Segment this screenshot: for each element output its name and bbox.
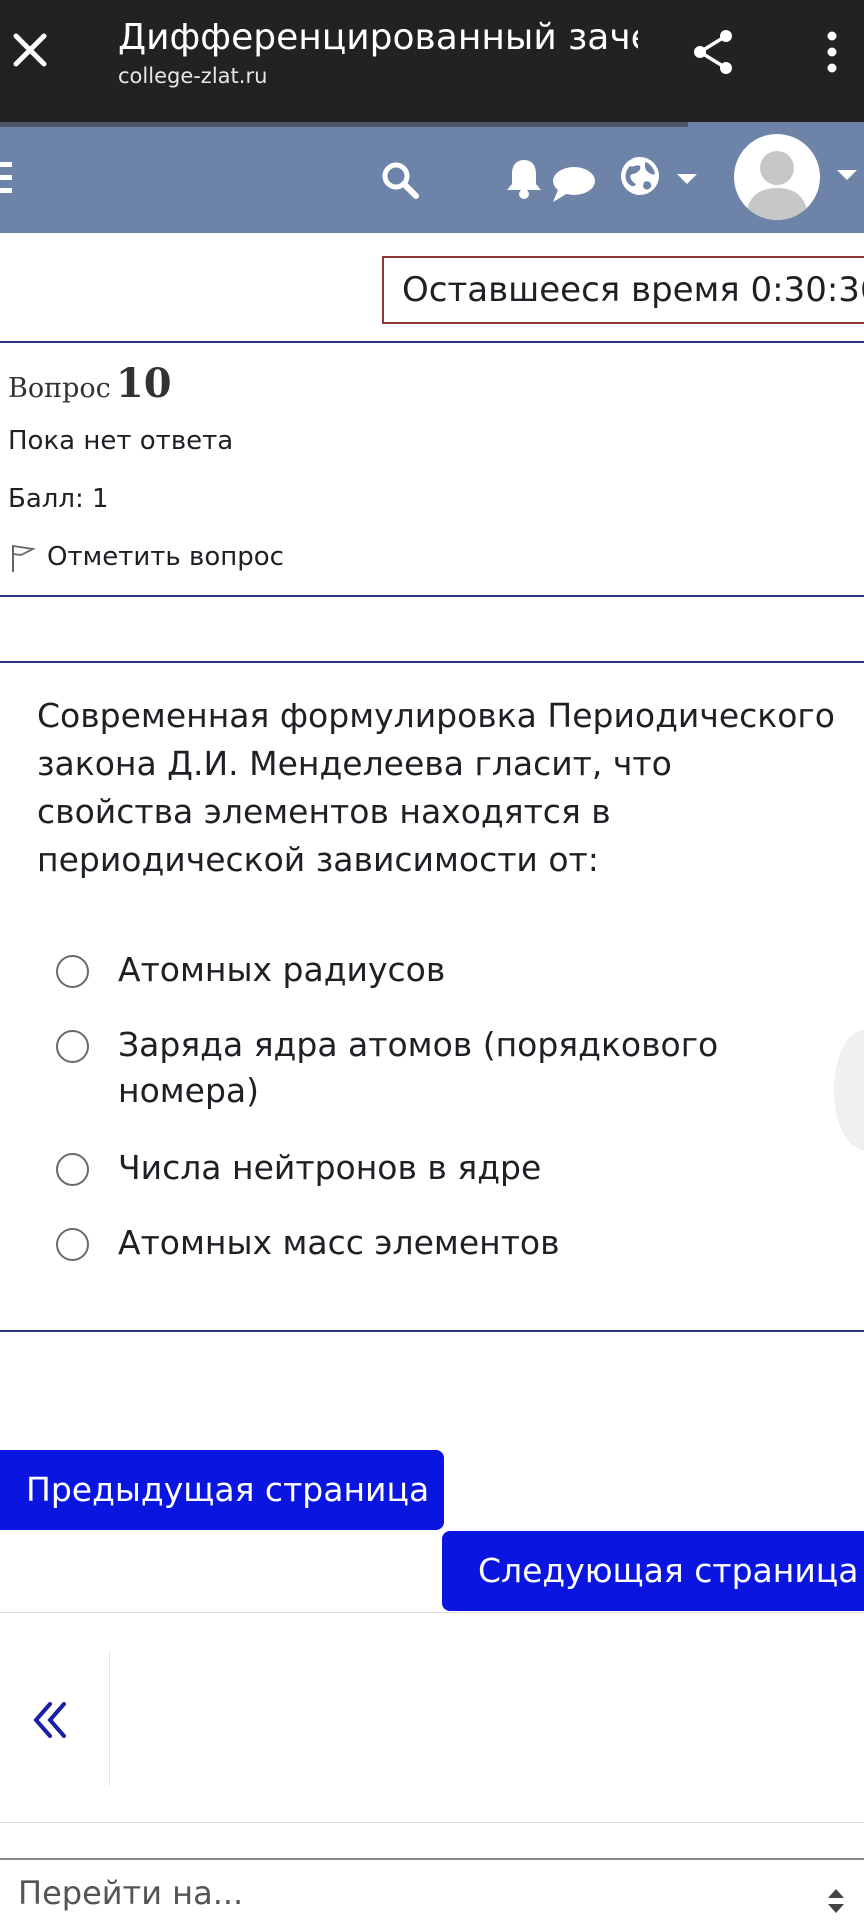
collapse-sidebar-icon[interactable] xyxy=(30,1698,70,1742)
close-icon[interactable] xyxy=(10,30,50,70)
messages-icon[interactable] xyxy=(550,164,596,204)
answer-label[interactable]: Атомных радиусов xyxy=(118,947,818,993)
chevron-down-icon[interactable] xyxy=(676,172,698,186)
select-arrows-icon xyxy=(828,1889,844,1913)
next-page-button[interactable]: Следующая страница xyxy=(442,1531,864,1611)
divider xyxy=(0,661,864,663)
menu-icon[interactable] xyxy=(0,162,12,194)
divider xyxy=(0,1330,864,1332)
side-drawer-handle[interactable] xyxy=(834,1030,864,1150)
flag-question-link[interactable]: Отметить вопрос xyxy=(47,542,284,572)
question-text: Современная формулировка Периодического … xyxy=(37,696,835,879)
bell-icon[interactable] xyxy=(502,156,546,200)
question-status: Пока нет ответа xyxy=(8,426,234,456)
site-navbar xyxy=(0,122,864,233)
search-icon[interactable] xyxy=(380,160,420,200)
answer-label[interactable]: Атомных масс элементов xyxy=(118,1220,818,1266)
radio-button[interactable] xyxy=(56,1228,89,1261)
chevron-down-icon[interactable] xyxy=(836,168,858,182)
question-score: Балл: 1 xyxy=(8,484,109,514)
jump-to-placeholder: Перейти на... xyxy=(18,1874,244,1912)
divider xyxy=(0,341,864,343)
radio-button[interactable] xyxy=(56,955,89,988)
flag-icon[interactable] xyxy=(10,543,36,573)
divider xyxy=(0,1612,864,1613)
browser-toolbar: Дифференцированный заче... college-zlat.… xyxy=(0,0,864,122)
time-remaining: Оставшееся время 0:30:36 xyxy=(382,256,864,324)
user-avatar-icon xyxy=(746,151,808,220)
browser-url: college-zlat.ru xyxy=(118,64,268,88)
share-icon[interactable] xyxy=(690,28,738,76)
divider xyxy=(109,1650,110,1786)
browser-page-title: Дифференцированный заче... xyxy=(118,17,638,58)
question-number: Вопрос 10 xyxy=(8,360,172,407)
radio-button[interactable] xyxy=(56,1030,89,1063)
answer-label[interactable]: Заряда ядра атомов (порядкового номера) xyxy=(118,1022,818,1114)
radio-button[interactable] xyxy=(56,1153,89,1186)
divider xyxy=(0,595,864,597)
globe-icon[interactable] xyxy=(618,154,662,198)
divider xyxy=(0,1822,864,1823)
previous-page-button[interactable]: Предыдущая страница xyxy=(0,1450,444,1530)
jump-to-select[interactable]: Перейти на... xyxy=(0,1858,864,1920)
question-label: Вопрос xyxy=(8,373,111,404)
question-number-value: 10 xyxy=(115,360,172,407)
avatar[interactable] xyxy=(734,134,820,220)
answer-label[interactable]: Числа нейтронов в ядре xyxy=(118,1145,818,1191)
page-load-progress xyxy=(0,122,688,127)
more-options-icon[interactable] xyxy=(820,30,844,74)
